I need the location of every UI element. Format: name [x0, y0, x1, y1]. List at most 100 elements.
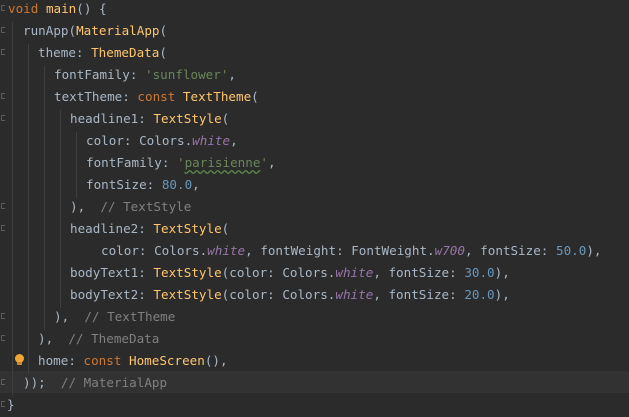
- code-line-15[interactable]: ), // TextTheme: [54, 306, 175, 328]
- fold-marker-icon[interactable]: [1, 401, 5, 407]
- class-name: TextStyle: [153, 265, 222, 280]
- identifier: textTheme:: [54, 89, 138, 104]
- code-line-18[interactable]: )); // MaterialApp: [23, 372, 167, 394]
- identifier: (color: Colors.: [221, 287, 336, 302]
- identifier: fontFamily:: [54, 67, 145, 82]
- punctuation: (: [159, 23, 168, 38]
- punctuation: (: [221, 111, 230, 126]
- punctuation: ));: [23, 375, 46, 390]
- code-line-17[interactable]: home: const HomeScreen(),: [38, 350, 228, 372]
- code-line-6[interactable]: headline1: TextStyle(: [70, 108, 229, 130]
- class-name: TextTheme: [182, 89, 252, 104]
- code-line-13[interactable]: bodyText1: TextStyle(color: Colors.white…: [70, 262, 510, 284]
- comment: // TextTheme: [84, 309, 176, 324]
- identifier: home:: [38, 353, 84, 368]
- fold-marker-icon[interactable]: [1, 5, 5, 11]
- identifier: headline2:: [70, 221, 154, 236]
- comment: // ThemeData: [68, 331, 160, 346]
- identifier: (color: Colors.: [221, 265, 336, 280]
- string-quote: ': [177, 155, 185, 170]
- identifier: color: Colors.: [86, 133, 193, 148]
- punctuation: ),: [38, 331, 69, 346]
- code-line-14[interactable]: bodyText2: TextStyle(color: Colors.white…: [70, 284, 510, 306]
- punctuation: (: [221, 221, 230, 236]
- code-line-3[interactable]: theme: ThemeData(: [38, 42, 167, 64]
- code-line-11[interactable]: headline2: TextStyle(: [70, 218, 229, 240]
- fold-marker-icon[interactable]: [1, 27, 5, 33]
- keyword-const: const: [137, 89, 183, 104]
- static-field: w700: [434, 243, 465, 258]
- string-quote: ': [260, 155, 269, 170]
- punctuation: ),: [70, 199, 101, 214]
- punctuation: }: [7, 397, 15, 412]
- function-name: main: [45, 1, 77, 16]
- fold-marker-icon[interactable]: [1, 115, 5, 121]
- fold-marker-icon[interactable]: [1, 225, 5, 231]
- keyword-void: void: [8, 1, 39, 16]
- code-line-4[interactable]: fontFamily: 'sunflower',: [54, 64, 236, 86]
- fold-marker-icon[interactable]: [1, 335, 5, 341]
- static-field: white: [335, 287, 374, 302]
- fold-marker-icon[interactable]: [1, 203, 5, 209]
- class-name: TextStyle: [153, 221, 222, 236]
- code-line-9[interactable]: fontSize: 80.0,: [86, 174, 200, 196]
- fold-marker-icon[interactable]: [1, 93, 5, 99]
- indent-guide: [76, 132, 77, 198]
- indent-guide: [60, 110, 61, 308]
- punctuation: ,: [230, 133, 238, 148]
- code-line-10[interactable]: ), // TextStyle: [70, 196, 191, 218]
- identifier: , fontSize:: [464, 243, 556, 258]
- code-line-8[interactable]: fontFamily: 'parisienne',: [86, 152, 276, 174]
- identifier: theme:: [38, 45, 92, 60]
- fold-marker-icon[interactable]: [1, 379, 5, 385]
- fold-marker-icon[interactable]: [1, 313, 5, 319]
- punctuation: ),: [54, 309, 85, 324]
- string-literal: 'sunflower': [145, 67, 229, 82]
- number-literal: 80.0: [161, 177, 193, 192]
- comment: // MaterialApp: [60, 375, 168, 390]
- number-literal: 50.0: [555, 243, 587, 258]
- identifier: , fontSize:: [373, 265, 465, 280]
- code-line-2[interactable]: runApp(MaterialApp(: [23, 20, 167, 42]
- class-name: HomeScreen: [129, 353, 205, 368]
- punctuation: (: [251, 89, 259, 104]
- indent-guide: [44, 66, 45, 330]
- code-line-5[interactable]: textTheme: const TextTheme(: [54, 86, 259, 108]
- class-name: TextStyle: [153, 287, 222, 302]
- class-name: TextStyle: [153, 111, 222, 126]
- punctuation: () {: [76, 1, 107, 16]
- code-line-16[interactable]: ), // ThemeData: [38, 328, 159, 350]
- code-line-19[interactable]: }: [7, 394, 15, 416]
- indent-guide: [12, 22, 13, 396]
- identifier: , fontWeight: FontWeight.: [245, 243, 435, 258]
- comment: // TextStyle: [100, 199, 192, 214]
- identifier: headline1:: [70, 111, 154, 126]
- code-line-12[interactable]: color: Colors.white, fontWeight: FontWei…: [101, 240, 602, 262]
- identifier: runApp(: [23, 23, 77, 38]
- static-field: white: [192, 133, 231, 148]
- lightbulb-base: [17, 362, 22, 365]
- number-literal: 20.0: [464, 287, 495, 302]
- static-field: white: [335, 265, 374, 280]
- fold-gutter: [0, 0, 6, 417]
- punctuation: ,: [192, 177, 200, 192]
- string-literal-typo[interactable]: parisienne: [185, 155, 261, 170]
- punctuation: ,: [228, 67, 236, 82]
- punctuation: (: [159, 45, 167, 60]
- indent-guide: [28, 44, 29, 374]
- code-line-1[interactable]: void main() {: [8, 0, 107, 20]
- fold-marker-icon[interactable]: [1, 49, 5, 55]
- punctuation: ),: [494, 287, 510, 302]
- code-editor[interactable]: void main() { runApp(MaterialApp( theme:…: [0, 0, 629, 417]
- punctuation: ),: [586, 243, 602, 258]
- punctuation: ),: [494, 265, 510, 280]
- identifier: bodyText1:: [70, 265, 154, 280]
- identifier: bodyText2:: [70, 287, 154, 302]
- punctuation: (),: [204, 353, 228, 368]
- punctuation: ,: [268, 155, 276, 170]
- static-field: white: [207, 243, 246, 258]
- number-literal: 30.0: [464, 265, 495, 280]
- code-line-7[interactable]: color: Colors.white,: [86, 130, 238, 152]
- identifier: , fontSize:: [373, 287, 465, 302]
